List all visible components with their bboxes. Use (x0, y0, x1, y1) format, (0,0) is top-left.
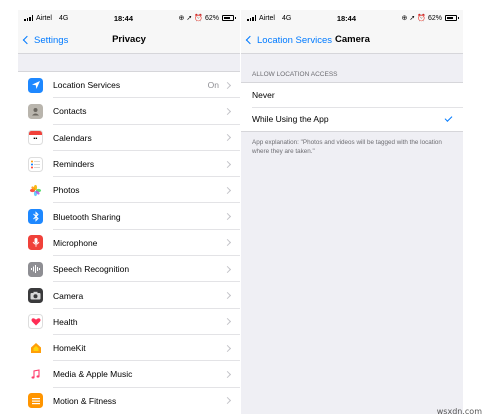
network-label: 4G (281, 14, 292, 22)
list-item-label: Motion & Fitness (53, 395, 117, 406)
bluetooth-icon (28, 209, 43, 225)
list-item-label: Bluetooth Sharing (53, 211, 121, 222)
clock: 18:44 (113, 13, 133, 23)
list-item-label: Camera (53, 290, 84, 301)
list-item-homekit[interactable]: HomeKit (18, 335, 240, 362)
signal-bars-icon (24, 15, 33, 21)
chevron-left-icon (245, 35, 255, 45)
calendar-icon: ▪▪ (28, 130, 43, 146)
checkmark-icon (444, 114, 453, 122)
navigation-bar: Location Services Camera (241, 26, 463, 54)
privacy-screen: Airtel 4G 18:44 ⊕ ➚ ⏰ 62% Settings Priva… (18, 10, 240, 414)
list-item-value: On (207, 80, 219, 91)
reminders-icon (28, 156, 43, 172)
watermark: wsxdn.com (436, 407, 482, 416)
motion-icon (28, 393, 43, 409)
chevron-left-icon (22, 35, 32, 45)
status-bar: Airtel 4G 18:44 ⊕ ➚ ⏰ 62% (241, 10, 463, 26)
heart-icon (28, 314, 43, 330)
camera-icon (28, 288, 43, 304)
lock-rotation-icon: ⊕ (401, 15, 408, 22)
photos-icon (28, 182, 43, 198)
option-label: Never (252, 90, 275, 100)
navigation-bar: Settings Privacy (18, 26, 240, 54)
back-button[interactable]: Location Services (245, 26, 332, 54)
chevron-right-icon (223, 239, 232, 247)
list-item-label: Reminders (53, 159, 95, 170)
microphone-icon (28, 235, 43, 251)
carrier-label: Airtel (36, 14, 52, 22)
battery-icon (445, 15, 459, 21)
chevron-right-icon (223, 318, 232, 326)
home-icon (28, 340, 43, 356)
chevron-right-icon (223, 213, 232, 221)
back-label: Settings (34, 34, 69, 46)
location-status-icon: ➚ (409, 15, 416, 22)
list-item-label: Speech Recognition (53, 264, 130, 275)
location-access-options: Never While Using the App (241, 82, 463, 132)
list-item-calendars[interactable]: ▪▪ Calendars (18, 125, 240, 152)
list-item-label: Photos (53, 185, 80, 196)
option-while-using-the-app[interactable]: While Using the App (241, 107, 463, 131)
list-item-microphone[interactable]: Microphone (18, 230, 240, 257)
chevron-right-icon (223, 344, 232, 352)
chevron-right-icon (223, 134, 232, 142)
option-label: While Using the App (252, 114, 329, 124)
music-note-icon (28, 366, 43, 382)
list-item-location-services[interactable]: Location Services On (18, 72, 240, 99)
battery-percent: 62% (204, 14, 219, 22)
chevron-right-icon (223, 81, 232, 89)
list-item-speech-recognition[interactable]: Speech Recognition (18, 256, 240, 283)
app-explanation: App explanation: "Photos and videos will… (252, 139, 442, 156)
chevron-right-icon (223, 370, 232, 378)
back-label: Location Services (257, 34, 332, 46)
location-status-icon: ➚ (186, 15, 193, 22)
list-item-contacts[interactable]: Contacts (18, 98, 240, 125)
location-arrow-icon (28, 77, 43, 93)
list-item-label: Location Services (53, 80, 121, 91)
alarm-icon: ⏰ (194, 15, 203, 22)
carrier-label: Airtel (259, 14, 275, 22)
chevron-right-icon (223, 265, 232, 273)
camera-location-screen: Airtel 4G 18:44 ⊕ ➚ ⏰ 62% Location Servi… (241, 10, 463, 414)
list-item-bluetooth-sharing[interactable]: Bluetooth Sharing (18, 203, 240, 231)
list-item-label: Microphone (53, 237, 98, 248)
list-item-health[interactable]: Health (18, 309, 240, 336)
list-item-label: Media & Apple Music (53, 369, 133, 380)
list-item-label: HomeKit (53, 343, 86, 354)
lock-rotation-icon: ⊕ (178, 15, 185, 22)
contacts-icon (28, 103, 43, 119)
back-button[interactable]: Settings (22, 26, 69, 54)
chevron-right-icon (223, 397, 232, 405)
battery-icon (222, 15, 236, 21)
chevron-right-icon (223, 160, 232, 168)
option-never[interactable]: Never (241, 83, 463, 107)
signal-bars-icon (247, 15, 256, 21)
list-item-camera[interactable]: Camera (18, 282, 240, 309)
list-item-reminders[interactable]: Reminders (18, 151, 240, 178)
alarm-icon: ⏰ (417, 15, 426, 22)
section-header: ALLOW LOCATION ACCESS (252, 71, 338, 78)
chevron-right-icon (223, 186, 232, 194)
chevron-right-icon (223, 291, 232, 300)
status-bar: Airtel 4G 18:44 ⊕ ➚ ⏰ 62% (18, 10, 240, 26)
list-item-motion-fitness[interactable]: Motion & Fitness (18, 388, 240, 414)
list-item-photos[interactable]: Photos (18, 177, 240, 204)
list-item-label: Health (53, 316, 78, 327)
list-item-label: Calendars (53, 132, 92, 143)
clock: 18:44 (336, 13, 356, 23)
waveform-icon (28, 261, 43, 277)
chevron-right-icon (223, 107, 232, 115)
list-item-label: Contacts (53, 106, 87, 117)
privacy-list: Location Services On Contacts ▪▪ Calenda… (18, 71, 240, 414)
network-label: 4G (58, 14, 69, 22)
list-item-media-apple-music[interactable]: Media & Apple Music (18, 361, 240, 388)
battery-percent: 62% (427, 14, 442, 22)
